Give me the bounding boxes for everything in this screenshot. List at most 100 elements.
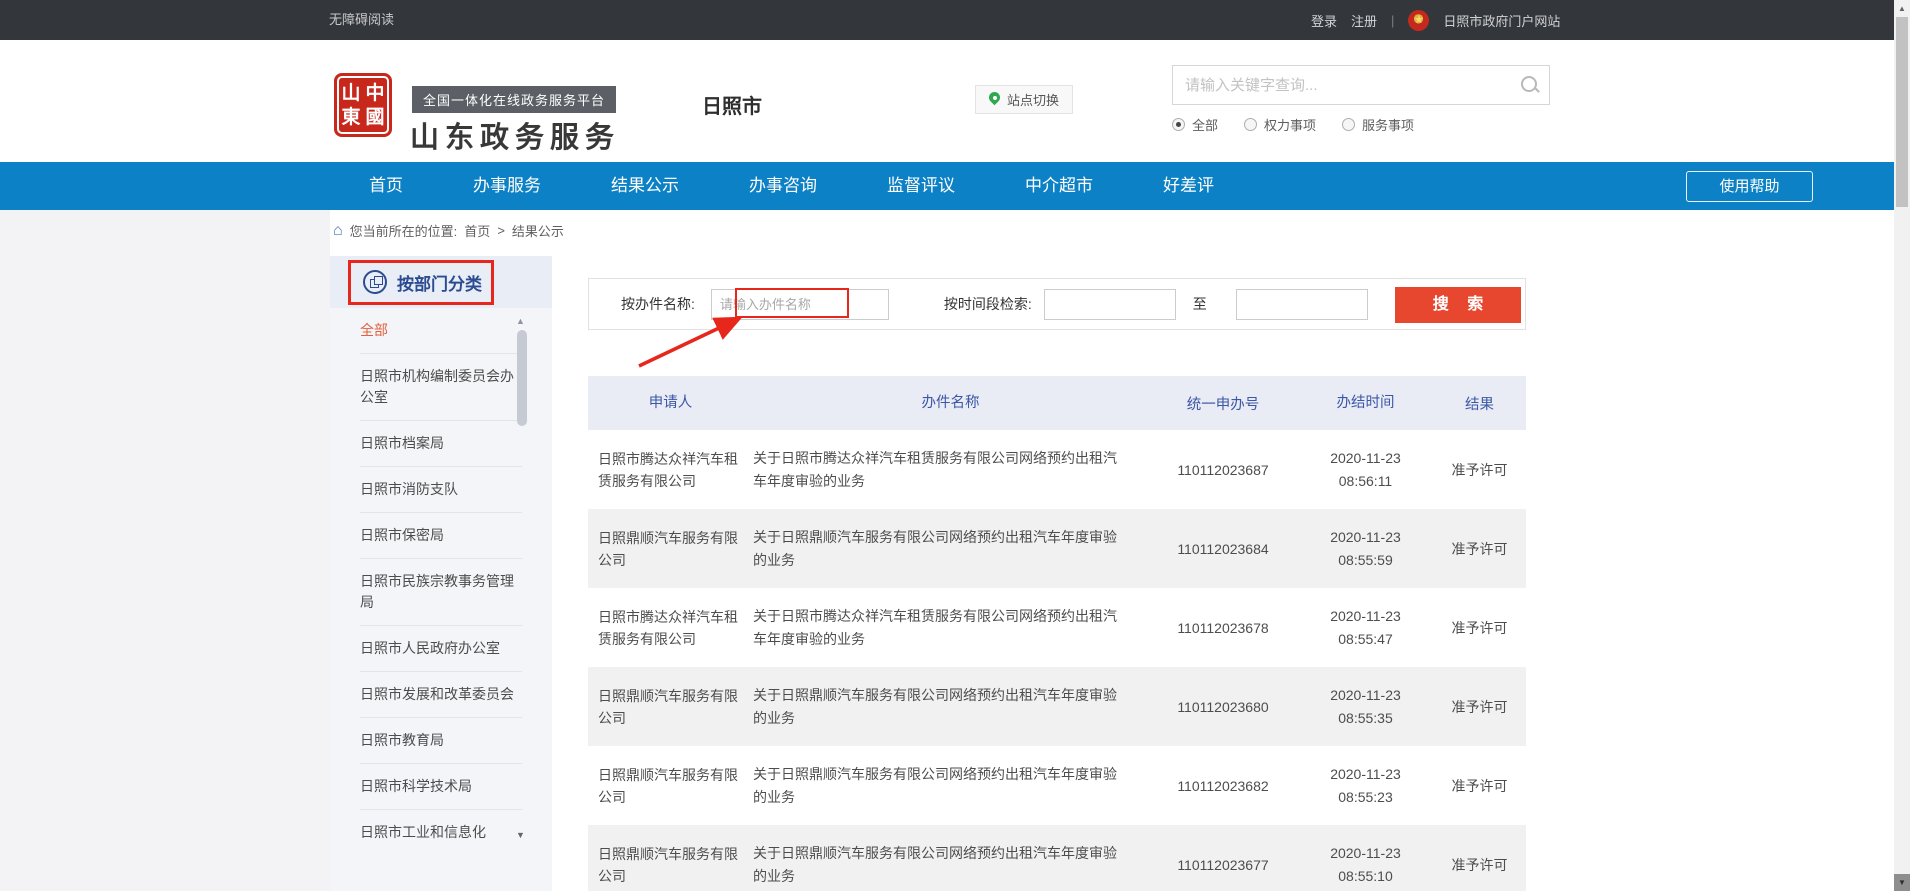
- sidebar-item[interactable]: 日照市档案局: [360, 421, 522, 467]
- cell-title: 关于日照鼎顺汽车服务有限公司网络预约出租汽车年度审验的业务: [753, 763, 1148, 809]
- accessibility-link[interactable]: 无障碍阅读: [329, 0, 394, 40]
- case-name-input[interactable]: [711, 289, 889, 320]
- date-to-input[interactable]: [1236, 289, 1368, 320]
- cell-id: 110112023678: [1148, 620, 1298, 636]
- table-header-row: 申请人 办件名称 统一申办号 办结时间 结果: [588, 376, 1526, 430]
- sidebar-item[interactable]: 日照市科学技术局: [360, 764, 522, 810]
- cell-title: 关于日照市腾达众祥汽车租赁服务有限公司网络预约出租汽车年度审验的业务: [753, 447, 1148, 493]
- breadcrumb-separator: >: [497, 223, 505, 238]
- filter-label: 权力事项: [1264, 115, 1316, 134]
- scrollbar-thumb[interactable]: [1896, 17, 1908, 207]
- nav-item-consult[interactable]: 办事咨询: [714, 162, 852, 210]
- cell-applicant: 日照市腾达众祥汽车租赁服务有限公司: [588, 448, 753, 492]
- sidebar-item[interactable]: 日照市机构编制委员会办公室: [360, 354, 522, 421]
- nav-item-results[interactable]: 结果公示: [576, 162, 714, 210]
- breadcrumb-current[interactable]: 结果公示: [512, 221, 564, 240]
- sidebar-item[interactable]: 日照市教育局: [360, 718, 522, 764]
- header-search-input[interactable]: [1173, 66, 1503, 104]
- col-header-date: 办结时间: [1298, 392, 1433, 415]
- name-filter-label: 按办件名称:: [621, 294, 695, 314]
- header: 山東 中國 全国一体化在线政务服务平台 山东政务服务 日照市 站点切换 全部 权…: [0, 40, 1910, 162]
- login-link[interactable]: 登录: [1311, 11, 1337, 30]
- breadcrumb-home-link[interactable]: 首页: [464, 221, 490, 240]
- page: 无障碍阅读 登录 注册 | ★ 日照市政府门户网站 山東 中國 全国一体化在线政…: [0, 0, 1910, 891]
- filter-label: 全部: [1192, 115, 1218, 134]
- sidebar-scroll-down-icon[interactable]: ▼: [516, 830, 525, 840]
- col-header-result: 结果: [1433, 393, 1526, 414]
- cell-time: 08:55:35: [1298, 707, 1433, 730]
- cell-result: 准予许可: [1433, 460, 1526, 480]
- cell-date: 2020-11-23: [1298, 684, 1433, 707]
- national-emblem-icon: ★: [1408, 10, 1429, 31]
- sidebar-scrollbar-thumb[interactable]: [517, 330, 527, 426]
- sidebar-item[interactable]: 日照市民族宗教事务管理局: [360, 559, 522, 626]
- seal-right-chars: 中國: [366, 81, 385, 129]
- topbar-separator: |: [1391, 13, 1394, 28]
- sidebar-item[interactable]: 日照市人民政府办公室: [360, 626, 522, 672]
- page-scrollbar[interactable]: ▲ ▼: [1894, 0, 1910, 891]
- table-row: 日照鼎顺汽车服务有限公司 关于日照鼎顺汽车服务有限公司网络预约出租汽车年度审验的…: [588, 509, 1526, 588]
- search-icon[interactable]: [1520, 75, 1540, 95]
- cell-applicant: 日照市腾达众祥汽车租赁服务有限公司: [588, 606, 753, 650]
- breadcrumb-prefix: 您当前所在的位置:: [350, 221, 458, 240]
- site-switch-button[interactable]: 站点切换: [975, 85, 1073, 114]
- to-label: 至: [1193, 294, 1207, 314]
- cell-id: 110112023687: [1148, 462, 1298, 478]
- sidebar-item-all[interactable]: 全部: [360, 308, 522, 354]
- cell-title: 关于日照鼎顺汽车服务有限公司网络预约出租汽车年度审验的业务: [753, 842, 1148, 888]
- cell-title: 关于日照鼎顺汽车服务有限公司网络预约出租汽车年度审验的业务: [753, 526, 1148, 572]
- date-from-input[interactable]: [1044, 289, 1176, 320]
- table-row: 日照市腾达众祥汽车租赁服务有限公司 关于日照市腾达众祥汽车租赁服务有限公司网络预…: [588, 430, 1526, 509]
- radio-icon[interactable]: [1244, 118, 1257, 131]
- sidebar-item[interactable]: 日照市工业和信息化: [360, 810, 522, 855]
- site-title: 山东政务服务: [410, 114, 620, 156]
- cell-datetime: 2020-11-23 08:56:11: [1298, 447, 1433, 493]
- col-header-applicant: 申请人: [588, 392, 753, 414]
- nav-item-home[interactable]: 首页: [334, 162, 438, 210]
- nav-item-supervision[interactable]: 监督评议: [852, 162, 990, 210]
- cell-date: 2020-11-23: [1298, 842, 1433, 865]
- shandong-seal-logo-icon: 山東 中國: [334, 73, 392, 137]
- filter-option-all[interactable]: 全部: [1172, 115, 1218, 134]
- cell-datetime: 2020-11-23 08:55:35: [1298, 684, 1433, 730]
- help-button[interactable]: 使用帮助: [1686, 171, 1813, 202]
- cell-result: 准予许可: [1433, 855, 1526, 875]
- results-table: 申请人 办件名称 统一申办号 办结时间 结果 日照市腾达众祥汽车租赁服务有限公司…: [588, 376, 1526, 891]
- portal-link[interactable]: 日照市政府门户网站: [1443, 11, 1560, 30]
- cell-time: 08:55:59: [1298, 549, 1433, 572]
- sidebar-scroll-up-icon[interactable]: ▲: [516, 316, 525, 326]
- register-link[interactable]: 注册: [1351, 11, 1377, 30]
- sidebar-title-bar: 按部门分类: [330, 256, 552, 308]
- sidebar-item[interactable]: 日照市发展和改革委员会: [360, 672, 522, 718]
- main-content: 按办件名称: 按时间段检索: 至 搜 索 申请人 办件名称 统一申办号 办结时间…: [588, 278, 1526, 891]
- filter-option-service[interactable]: 服务事项: [1342, 115, 1414, 134]
- platform-badge: 全国一体化在线政务服务平台: [412, 86, 616, 113]
- radio-selected-icon[interactable]: [1172, 118, 1185, 131]
- cell-applicant: 日照鼎顺汽车服务有限公司: [588, 764, 753, 808]
- cell-time: 08:55:23: [1298, 786, 1433, 809]
- scrollbar-up-icon[interactable]: ▲: [1894, 0, 1910, 17]
- nav-item-intermediary[interactable]: 中介超市: [990, 162, 1128, 210]
- radio-icon[interactable]: [1342, 118, 1355, 131]
- search-filter-bar: 按办件名称: 按时间段检索: 至 搜 索: [588, 278, 1526, 330]
- city-name: 日照市: [702, 90, 762, 119]
- table-row: 日照市腾达众祥汽车租赁服务有限公司 关于日照市腾达众祥汽车租赁服务有限公司网络预…: [588, 588, 1526, 667]
- sidebar-item[interactable]: 日照市保密局: [360, 513, 522, 559]
- cell-time: 08:55:10: [1298, 865, 1433, 888]
- department-sidebar: 按部门分类 全部 日照市机构编制委员会办公室 日照市档案局 日照市消防支队 日照…: [330, 256, 552, 891]
- cell-result: 准予许可: [1433, 539, 1526, 559]
- search-button[interactable]: 搜 索: [1395, 287, 1521, 323]
- table-row: 日照鼎顺汽车服务有限公司 关于日照鼎顺汽车服务有限公司网络预约出租汽车年度审验的…: [588, 746, 1526, 825]
- cell-time: 08:56:11: [1298, 470, 1433, 493]
- cell-applicant: 日照鼎顺汽车服务有限公司: [588, 527, 753, 571]
- topbar: 无障碍阅读 登录 注册 | ★ 日照市政府门户网站: [0, 0, 1910, 40]
- cell-result: 准予许可: [1433, 618, 1526, 638]
- filter-option-power[interactable]: 权力事项: [1244, 115, 1316, 134]
- nav-item-rating[interactable]: 好差评: [1128, 162, 1249, 210]
- cell-datetime: 2020-11-23 08:55:23: [1298, 763, 1433, 809]
- scrollbar-down-icon[interactable]: ▼: [1894, 874, 1910, 891]
- nav-item-services[interactable]: 办事服务: [438, 162, 576, 210]
- cell-id: 110112023682: [1148, 778, 1298, 794]
- main-navbar: 首页 办事服务 结果公示 办事咨询 监督评议 中介超市 好差评 使用帮助: [0, 162, 1910, 210]
- sidebar-item[interactable]: 日照市消防支队: [360, 467, 522, 513]
